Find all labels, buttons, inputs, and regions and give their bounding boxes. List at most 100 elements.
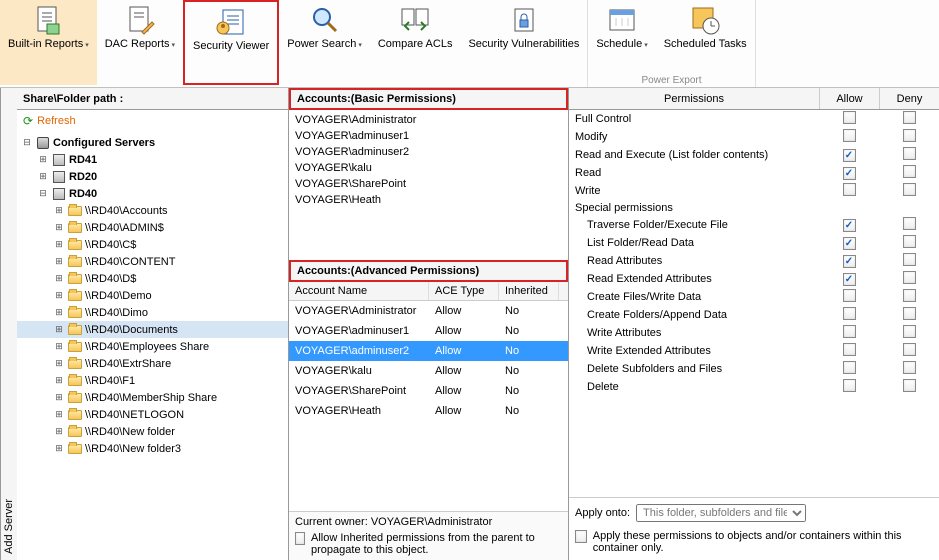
tree-node[interactable]: ⊞\\RD40\Employees Share (17, 338, 288, 355)
tree-toggle-icon[interactable]: ⊞ (53, 358, 65, 369)
security-vulnerabilities-button[interactable]: Security Vulnerabilities (460, 0, 587, 85)
deny-checkbox[interactable] (903, 325, 916, 338)
permission-row: Write Extended Attributes (569, 342, 939, 360)
inherit-checkbox[interactable] (295, 532, 305, 545)
account-basic-item[interactable]: VOYAGER\Heath (295, 192, 562, 208)
allow-checkbox[interactable] (843, 325, 856, 338)
account-basic-item[interactable]: VOYAGER\SharePoint (295, 176, 562, 192)
dac-reports-button[interactable]: DAC Reports▾ (97, 0, 183, 85)
tree-toggle-icon[interactable]: ⊞ (53, 443, 65, 454)
deny-checkbox[interactable] (903, 217, 916, 230)
tree-toggle-icon[interactable]: ⊞ (53, 290, 65, 301)
apply-onto-select[interactable]: This folder, subfolders and file (636, 504, 806, 522)
tree-node[interactable]: ⊞\\RD40\Demo (17, 287, 288, 304)
tree-node[interactable]: ⊞\\RD40\New folder3 (17, 440, 288, 457)
schedule-button[interactable]: Schedule▾ (588, 0, 655, 74)
tree-toggle-icon[interactable]: ⊞ (53, 375, 65, 386)
account-basic-item[interactable]: VOYAGER\adminuser1 (295, 128, 562, 144)
deny-checkbox[interactable] (903, 183, 916, 196)
account-basic-item[interactable]: VOYAGER\kalu (295, 160, 562, 176)
tree-node[interactable]: ⊞\\RD40\NETLOGON (17, 406, 288, 423)
tree-toggle-icon[interactable]: ⊞ (53, 307, 65, 318)
deny-checkbox[interactable] (903, 289, 916, 302)
scheduled-tasks-button[interactable]: Scheduled Tasks (656, 0, 755, 74)
tree-toggle-icon[interactable]: ⊞ (53, 426, 65, 437)
account-advanced-row[interactable]: VOYAGER\adminuser2AllowNo (289, 341, 568, 361)
deny-checkbox[interactable] (903, 253, 916, 266)
col-account-name[interactable]: Account Name (289, 282, 429, 300)
tree-toggle-icon[interactable]: ⊞ (37, 154, 49, 165)
account-advanced-row[interactable]: VOYAGER\SharePointAllowNo (289, 381, 568, 401)
deny-checkbox[interactable] (903, 361, 916, 374)
deny-checkbox[interactable] (903, 307, 916, 320)
tree-node[interactable]: ⊞RD41 (17, 151, 288, 168)
tree-toggle-icon[interactable]: ⊞ (53, 239, 65, 250)
tree-node[interactable]: ⊞\\RD40\Accounts (17, 202, 288, 219)
tree-toggle-icon[interactable]: ⊞ (53, 341, 65, 352)
tree-toggle-icon[interactable]: ⊞ (37, 171, 49, 182)
allow-checkbox[interactable] (843, 167, 856, 180)
advanced-table-header: Account Name ACE Type Inherited (289, 282, 568, 301)
deny-checkbox[interactable] (903, 129, 916, 142)
permission-label: Create Folders/Append Data (569, 308, 819, 322)
builtin-reports-button[interactable]: Built-in Reports▾ (0, 0, 97, 85)
deny-checkbox[interactable] (903, 111, 916, 124)
allow-checkbox[interactable] (843, 307, 856, 320)
allow-checkbox[interactable] (843, 273, 856, 286)
tree-node[interactable]: ⊞RD20 (17, 168, 288, 185)
tree-toggle-icon[interactable]: ⊞ (53, 409, 65, 420)
tree-node[interactable]: ⊟Configured Servers (17, 134, 288, 151)
allow-checkbox[interactable] (843, 361, 856, 374)
tree-node[interactable]: ⊞\\RD40\C$ (17, 236, 288, 253)
allow-checkbox[interactable] (843, 129, 856, 142)
allow-checkbox[interactable] (843, 219, 856, 232)
tree-node[interactable]: ⊟RD40 (17, 185, 288, 202)
allow-checkbox[interactable] (843, 111, 856, 124)
tree-toggle-icon[interactable]: ⊟ (21, 137, 33, 148)
tree-toggle-icon[interactable]: ⊞ (53, 205, 65, 216)
deny-checkbox[interactable] (903, 271, 916, 284)
tree-toggle-icon[interactable]: ⊞ (53, 392, 65, 403)
apply-scope-checkbox[interactable] (575, 530, 587, 543)
account-advanced-row[interactable]: VOYAGER\adminuser1AllowNo (289, 321, 568, 341)
tree-toggle-icon[interactable]: ⊞ (53, 222, 65, 233)
tree-toggle-icon[interactable]: ⊞ (53, 256, 65, 267)
account-advanced-row[interactable]: VOYAGER\AdministratorAllowNo (289, 301, 568, 321)
account-basic-item[interactable]: VOYAGER\Administrator (295, 112, 562, 128)
refresh-button[interactable]: ⟳ Refresh (17, 110, 288, 132)
tree-node[interactable]: ⊞\\RD40\Dimo (17, 304, 288, 321)
account-advanced-row[interactable]: VOYAGER\kaluAllowNo (289, 361, 568, 381)
add-server-sidetab[interactable]: Add Server (0, 88, 17, 560)
tree-node[interactable]: ⊞\\RD40\Documents (17, 321, 288, 338)
tree-node[interactable]: ⊞\\RD40\ExtrShare (17, 355, 288, 372)
tree-toggle-icon[interactable]: ⊞ (53, 324, 65, 335)
deny-checkbox[interactable] (903, 147, 916, 160)
tree-node[interactable]: ⊞\\RD40\D$ (17, 270, 288, 287)
allow-checkbox[interactable] (843, 289, 856, 302)
deny-checkbox[interactable] (903, 165, 916, 178)
compare-acls-button[interactable]: Compare ACLs (370, 0, 461, 85)
col-ace-type[interactable]: ACE Type (429, 282, 499, 300)
tree-node[interactable]: ⊞\\RD40\New folder (17, 423, 288, 440)
tree-node[interactable]: ⊞\\RD40\F1 (17, 372, 288, 389)
tree-toggle-icon[interactable]: ⊞ (53, 273, 65, 284)
allow-checkbox[interactable] (843, 255, 856, 268)
deny-checkbox[interactable] (903, 379, 916, 392)
deny-checkbox[interactable] (903, 343, 916, 356)
server-tree[interactable]: ⊟Configured Servers⊞RD41⊞RD20⊟RD40⊞\\RD4… (17, 132, 288, 560)
allow-checkbox[interactable] (843, 183, 856, 196)
tree-node[interactable]: ⊞\\RD40\MemberShip Share (17, 389, 288, 406)
allow-checkbox[interactable] (843, 149, 856, 162)
allow-checkbox[interactable] (843, 379, 856, 392)
col-inherited[interactable]: Inherited (499, 282, 559, 300)
allow-checkbox[interactable] (843, 237, 856, 250)
account-basic-item[interactable]: VOYAGER\adminuser2 (295, 144, 562, 160)
security-viewer-button[interactable]: Security Viewer (183, 0, 279, 85)
deny-checkbox[interactable] (903, 235, 916, 248)
tree-toggle-icon[interactable]: ⊟ (37, 188, 49, 199)
account-advanced-row[interactable]: VOYAGER\HeathAllowNo (289, 401, 568, 421)
tree-node[interactable]: ⊞\\RD40\ADMIN$ (17, 219, 288, 236)
tree-node[interactable]: ⊞\\RD40\CONTENT (17, 253, 288, 270)
power-search-button[interactable]: Power Search▾ (279, 0, 370, 85)
allow-checkbox[interactable] (843, 343, 856, 356)
